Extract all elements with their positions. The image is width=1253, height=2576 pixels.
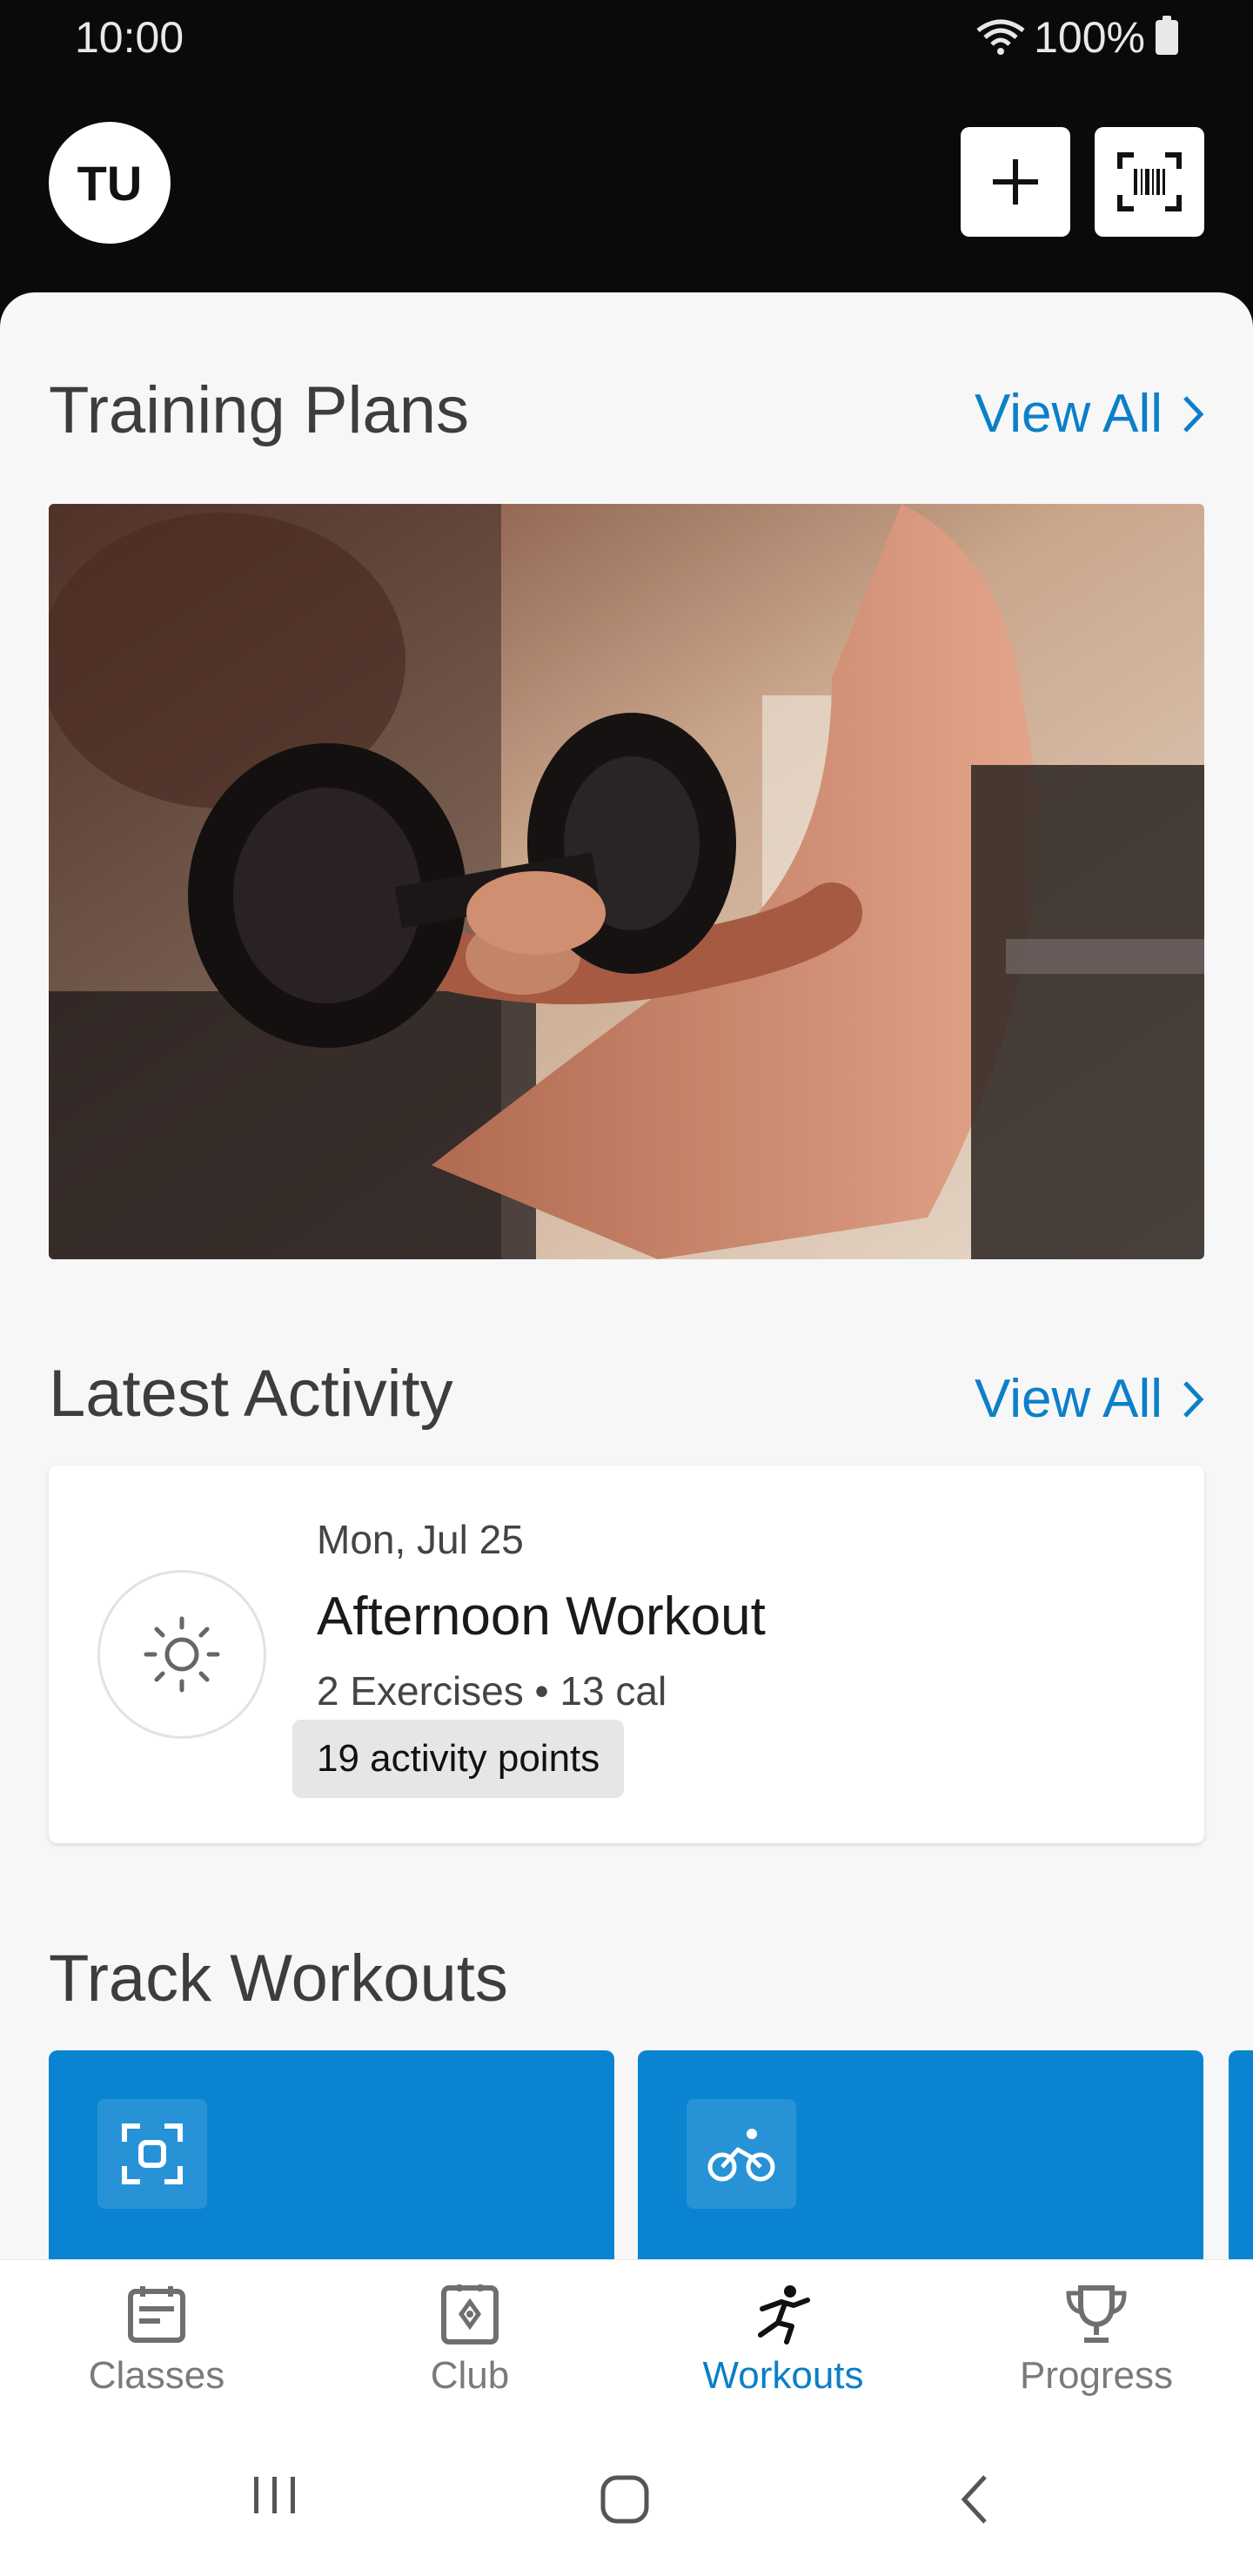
activity-card[interactable]: Mon, Jul 25 Afternoon Workout 2 Exercise… xyxy=(49,1466,1204,1843)
training-plans-title: Training Plans xyxy=(49,373,469,447)
trophy-icon xyxy=(1066,2285,1127,2343)
barcode-scan-icon xyxy=(1117,152,1182,211)
track-scan-workout-tile[interactable] xyxy=(49,2050,614,2259)
activity-name: Afternoon Workout xyxy=(317,1587,766,1647)
calendar-icon xyxy=(128,2286,185,2343)
activity-meta: 2 Exercises • 13 cal xyxy=(317,1668,667,1714)
activity-points-badge: 19 activity points xyxy=(292,1720,625,1798)
track-workouts-title: Track Workouts xyxy=(49,1942,508,2016)
nav-workouts[interactable]: Workouts xyxy=(626,2260,940,2431)
home-icon xyxy=(600,2475,649,2524)
main-content[interactable]: Training Plans View All Latest Activity … xyxy=(0,292,1253,2259)
add-button[interactable] xyxy=(961,127,1070,237)
bottom-nav: Classes Club Workouts Progress xyxy=(0,2259,1253,2430)
activity-date: Mon, Jul 25 xyxy=(317,1517,524,1562)
club-icon xyxy=(441,2284,499,2345)
home-button[interactable] xyxy=(599,2473,651,2526)
recent-apps-button[interactable] xyxy=(251,2473,299,2517)
back-icon xyxy=(961,2475,987,2524)
dumbbell-workout-photo xyxy=(49,504,1204,1259)
plus-icon xyxy=(993,159,1038,205)
running-person-icon xyxy=(758,2285,810,2345)
view-all-label: View All xyxy=(975,384,1163,444)
nav-label: Classes xyxy=(88,2354,225,2397)
sun-icon xyxy=(144,1616,220,1693)
barcode-scan-button[interactable] xyxy=(1095,127,1204,237)
recent-apps-icon xyxy=(254,2477,295,2513)
nav-label: Workouts xyxy=(702,2354,864,2397)
back-button[interactable] xyxy=(957,2473,992,2526)
nav-progress[interactable]: Progress xyxy=(940,2260,1253,2431)
battery-percent: 100% xyxy=(1034,13,1145,62)
activity-icon-circle xyxy=(97,1570,266,1739)
battery-icon xyxy=(1156,16,1178,55)
chevron-right-icon xyxy=(1183,395,1204,433)
track-icon-wrap xyxy=(97,2099,207,2209)
view-all-label: View All xyxy=(975,1369,1163,1429)
system-nav-bar xyxy=(0,2430,1253,2576)
bicycle-icon xyxy=(707,2129,775,2182)
track-icon-wrap xyxy=(687,2099,796,2209)
nav-club[interactable]: Club xyxy=(313,2260,626,2431)
status-right: 100% xyxy=(975,12,1178,63)
status-bar: 10:00 100% xyxy=(0,0,1253,75)
status-time: 10:00 xyxy=(75,13,184,62)
training-plans-view-all[interactable]: View All xyxy=(975,383,1204,445)
chevron-right-icon xyxy=(1183,1380,1204,1418)
track-cycling-tile[interactable] xyxy=(638,2050,1203,2259)
nav-classes[interactable]: Classes xyxy=(0,2260,313,2431)
avatar[interactable]: TU xyxy=(49,122,171,244)
latest-activity-title: Latest Activity xyxy=(49,1357,453,1431)
training-plan-image[interactable] xyxy=(49,504,1204,1259)
nav-label: Progress xyxy=(1019,2354,1174,2397)
track-next-tile[interactable] xyxy=(1229,2050,1253,2259)
scan-icon xyxy=(122,2123,183,2184)
app-screen: 10:00 100% TU Training Plans View All La… xyxy=(0,0,1253,2576)
latest-activity-view-all[interactable]: View All xyxy=(975,1368,1204,1430)
wifi-icon xyxy=(976,19,1025,55)
nav-label: Club xyxy=(430,2354,510,2397)
